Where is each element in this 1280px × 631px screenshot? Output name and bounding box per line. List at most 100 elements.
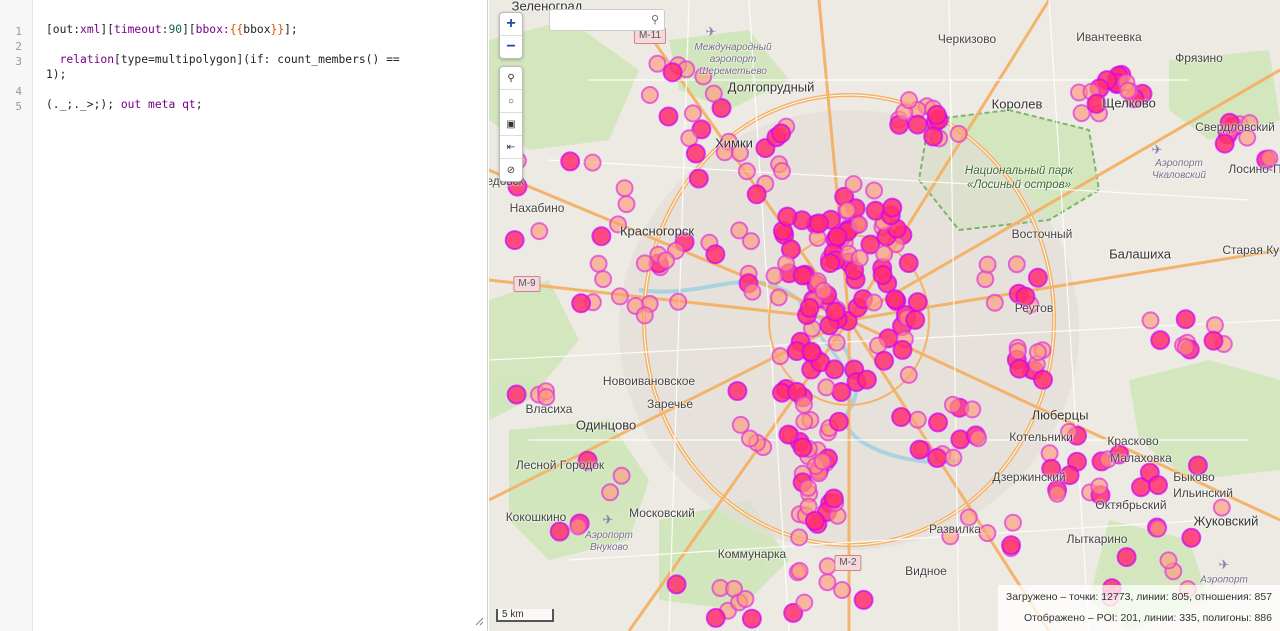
- result-marker[interactable]: [801, 341, 822, 362]
- result-marker[interactable]: [898, 253, 919, 273]
- result-marker[interactable]: [1214, 133, 1235, 154]
- result-marker[interactable]: [1176, 338, 1195, 357]
- result-marker[interactable]: [1008, 342, 1027, 361]
- result-marker[interactable]: [771, 123, 792, 144]
- fit-data-icon[interactable]: ⇤: [500, 136, 522, 159]
- result-marker[interactable]: [571, 293, 592, 314]
- result-marker[interactable]: [976, 270, 995, 289]
- result-marker[interactable]: [905, 309, 926, 330]
- result-marker[interactable]: [635, 306, 654, 325]
- result-marker[interactable]: [648, 54, 667, 73]
- image-export-icon[interactable]: ▣: [500, 113, 522, 136]
- result-marker[interactable]: [615, 179, 634, 198]
- result-marker[interactable]: [589, 254, 608, 273]
- result-marker[interactable]: [923, 126, 944, 147]
- map-view[interactable]: Зеленоград Черкизово Ивантеевка Фрязино …: [489, 0, 1280, 631]
- result-marker[interactable]: [1048, 484, 1067, 503]
- result-marker[interactable]: [1203, 330, 1224, 351]
- query-editor[interactable]: 1 2 3 4 5 [out:xml][timeout:90][bbox:{{b…: [0, 0, 488, 631]
- result-marker[interactable]: [813, 452, 832, 471]
- result-marker[interactable]: [856, 369, 877, 390]
- result-marker[interactable]: [657, 251, 676, 270]
- result-marker[interactable]: [827, 333, 846, 352]
- result-marker[interactable]: [635, 254, 654, 273]
- result-marker[interactable]: [601, 483, 620, 502]
- result-marker[interactable]: [1181, 527, 1202, 548]
- result-marker[interactable]: [943, 395, 962, 414]
- result-marker[interactable]: [891, 407, 912, 427]
- result-marker[interactable]: [658, 106, 679, 127]
- result-marker[interactable]: [504, 230, 525, 251]
- result-marker[interactable]: [1009, 358, 1030, 379]
- result-marker[interactable]: [944, 448, 963, 467]
- result-marker[interactable]: [824, 359, 845, 380]
- result-marker[interactable]: [820, 253, 840, 274]
- result-marker[interactable]: [704, 84, 723, 103]
- result-marker[interactable]: [662, 62, 683, 83]
- result-marker[interactable]: [1141, 311, 1160, 330]
- result-marker[interactable]: [743, 282, 762, 301]
- result-marker[interactable]: [731, 415, 750, 434]
- result-marker[interactable]: [818, 557, 837, 576]
- result-marker[interactable]: [583, 153, 602, 172]
- result-marker[interactable]: [1159, 551, 1178, 570]
- result-marker[interactable]: [1148, 475, 1168, 496]
- result-marker[interactable]: [685, 143, 706, 164]
- clear-data-icon[interactable]: ⊘: [500, 159, 522, 181]
- result-marker[interactable]: [683, 104, 702, 123]
- result-marker[interactable]: [949, 124, 968, 143]
- result-marker[interactable]: [771, 347, 790, 366]
- result-marker[interactable]: [746, 184, 767, 205]
- map-search-input[interactable]: [554, 11, 648, 31]
- result-marker[interactable]: [612, 466, 631, 485]
- result-marker[interactable]: [844, 175, 863, 194]
- result-marker[interactable]: [927, 448, 948, 468]
- result-marker[interactable]: [795, 412, 814, 431]
- result-marker[interactable]: [853, 589, 874, 610]
- result-marker[interactable]: [900, 91, 918, 110]
- result-marker[interactable]: [809, 213, 829, 234]
- result-marker[interactable]: [892, 339, 913, 360]
- result-marker[interactable]: [790, 528, 809, 547]
- result-marker[interactable]: [769, 288, 788, 307]
- result-marker[interactable]: [908, 410, 927, 429]
- result-marker[interactable]: [818, 573, 837, 592]
- result-marker[interactable]: [799, 297, 820, 318]
- result-marker[interactable]: [833, 581, 852, 599]
- result-marker[interactable]: [1004, 513, 1022, 532]
- result-marker[interactable]: [1090, 477, 1109, 496]
- result-marker[interactable]: [978, 255, 997, 274]
- result-marker[interactable]: [1033, 369, 1053, 390]
- result-marker[interactable]: [1116, 547, 1137, 568]
- result-marker[interactable]: [530, 222, 549, 241]
- resize-handle-icon[interactable]: [474, 616, 484, 626]
- result-marker[interactable]: [1007, 255, 1026, 274]
- result-marker[interactable]: [705, 244, 726, 265]
- result-marker[interactable]: [926, 104, 947, 125]
- result-marker[interactable]: [865, 181, 884, 200]
- result-marker[interactable]: [814, 281, 833, 300]
- result-marker[interactable]: [549, 521, 570, 542]
- result-marker[interactable]: [907, 114, 928, 135]
- result-marker[interactable]: [799, 478, 818, 497]
- result-marker[interactable]: [963, 400, 982, 419]
- result-marker[interactable]: [899, 365, 918, 384]
- zoom-in-button[interactable]: +: [500, 13, 522, 36]
- result-marker[interactable]: [591, 226, 612, 247]
- result-marker[interactable]: [742, 232, 760, 251]
- result-marker[interactable]: [727, 381, 748, 401]
- search-tool-icon[interactable]: ⚲: [500, 67, 522, 90]
- result-marker[interactable]: [1175, 309, 1196, 330]
- result-marker[interactable]: [773, 162, 791, 180]
- result-marker[interactable]: [669, 292, 688, 311]
- result-marker[interactable]: [795, 593, 814, 612]
- result-marker[interactable]: [875, 245, 894, 263]
- result-marker[interactable]: [928, 412, 948, 433]
- result-marker[interactable]: [777, 206, 798, 227]
- result-marker[interactable]: [737, 162, 756, 181]
- result-marker[interactable]: [1148, 519, 1167, 538]
- result-marker[interactable]: [794, 395, 813, 414]
- result-marker[interactable]: [969, 429, 988, 448]
- result-marker[interactable]: [804, 510, 825, 531]
- result-marker[interactable]: [640, 86, 659, 104]
